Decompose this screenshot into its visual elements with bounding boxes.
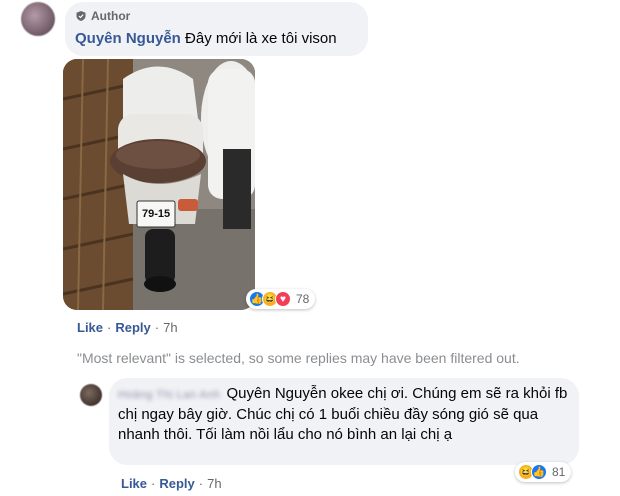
author-avatar[interactable] [21,2,55,36]
like-link[interactable]: Like [121,476,147,491]
author-shield-icon [76,11,86,21]
separator-dot: · [154,320,160,335]
reply-link[interactable]: Reply [115,320,150,335]
scooter-photo-image: 79-15 [63,59,255,310]
separator-dot: · [198,476,204,491]
author-badge: Author [75,8,130,24]
author-badge-label: Author [91,9,131,23]
separator-dot: · [151,476,156,491]
license-plate-text: 79-15 [142,208,170,220]
reply-body: Hoàng Thị Lan Anh Quyên Nguyễn okee chị ơ… [118,384,573,445]
comment-author-name[interactable]: Quyên Nguyễn [75,30,181,47]
love-reaction-icon: ♥ [275,291,291,307]
like-reaction-icon: 👍 [531,464,547,480]
reply-mention[interactable]: Quyên Nguyễn [226,385,326,402]
timestamp-link[interactable]: 7h [207,476,221,491]
post-reactions[interactable]: 👍 😆 ♥ 78 [246,289,316,309]
comment-photo[interactable]: 79-15 [63,59,255,310]
comment-body: Quyên Nguyễn Đây mới là xe tôi vison [75,30,337,47]
separator-dot: · [107,320,112,335]
reply-avatar[interactable] [80,384,102,406]
post-reactions-count: 78 [296,292,310,306]
reply-author-name-blurred[interactable]: Hoàng Thị Lan Anh [118,389,220,401]
reply-link[interactable]: Reply [159,476,194,491]
reply-reactions-count: 81 [552,465,566,479]
timestamp-link[interactable]: 7h [163,320,177,335]
post-actions: Like · Reply · 7h [77,320,178,335]
reply-actions: Like · Reply · 7h [121,476,222,491]
comment-text: Đây mới là xe tôi vison [185,30,337,47]
filter-note: "Most relevant" is selected, so some rep… [77,350,520,366]
reply-reactions[interactable]: 😆 👍 81 [515,462,572,482]
like-link[interactable]: Like [77,320,103,335]
